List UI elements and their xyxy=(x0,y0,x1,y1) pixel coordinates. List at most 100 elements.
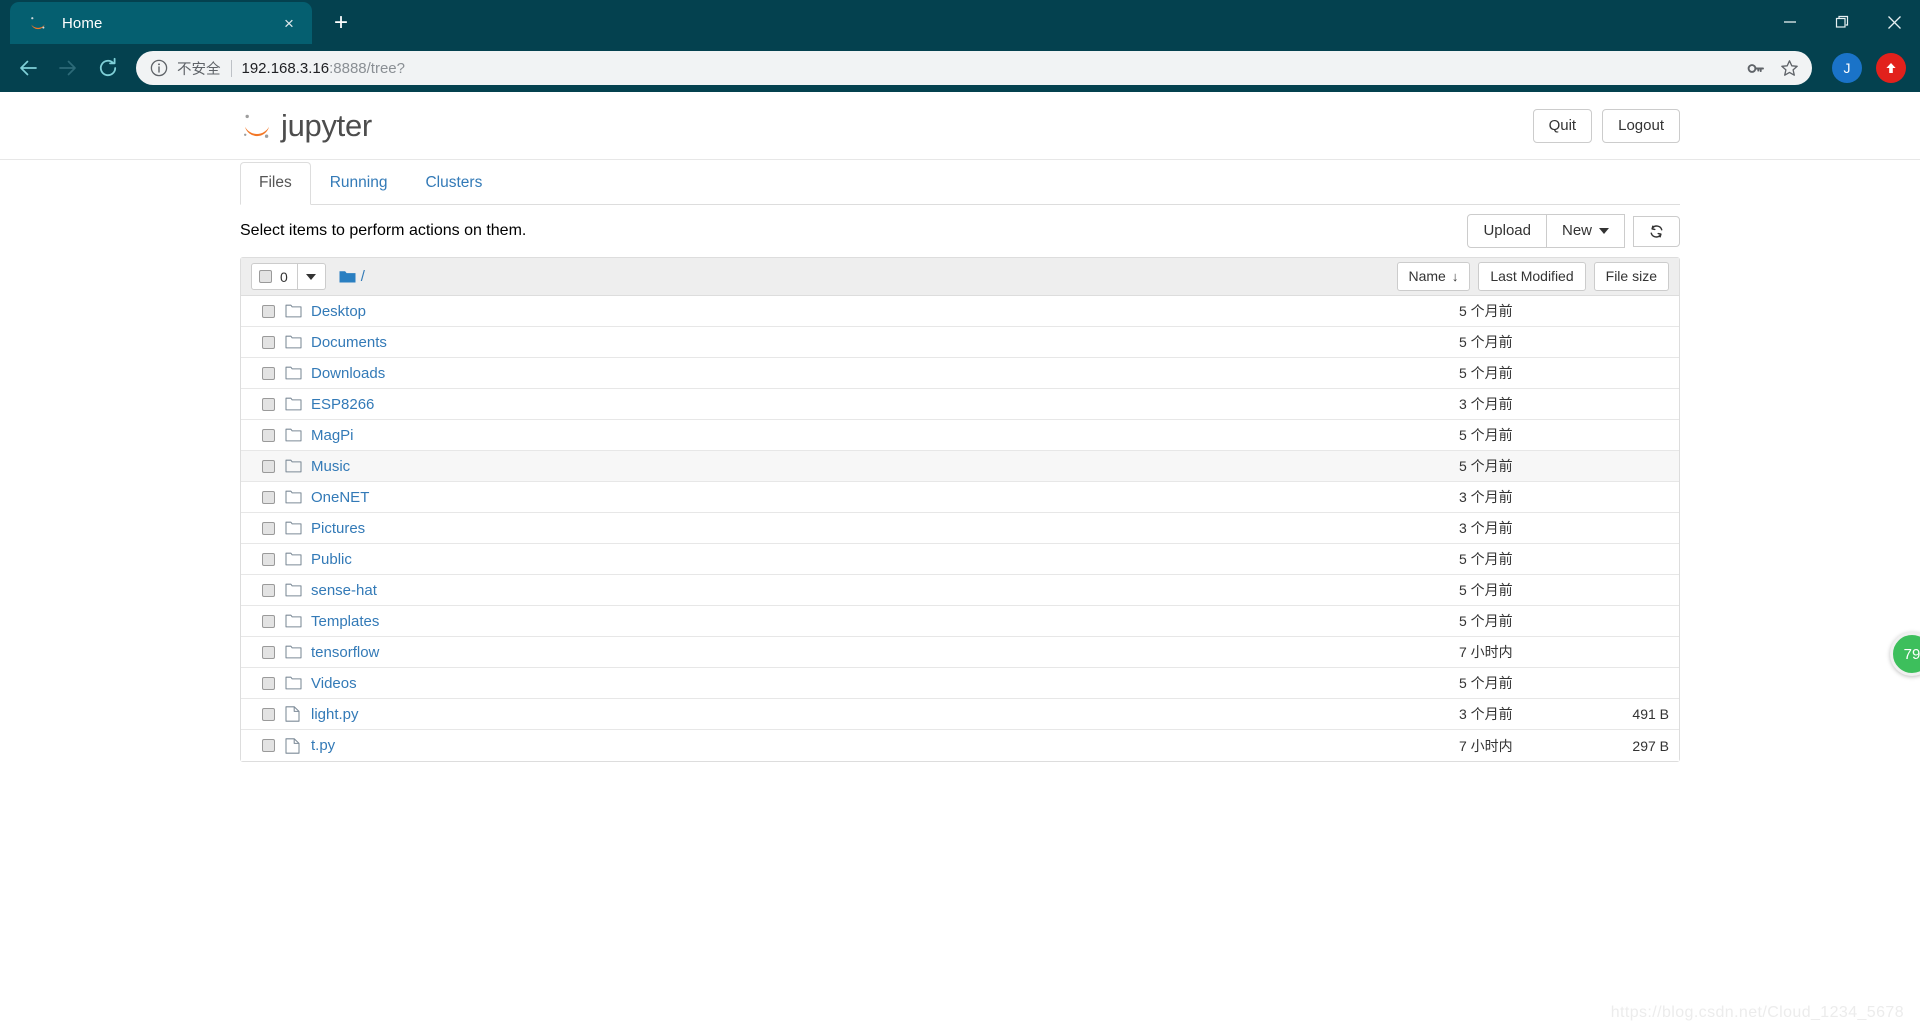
table-row[interactable]: OneNET 3 个月前 xyxy=(241,482,1679,513)
profile-avatar[interactable]: J xyxy=(1832,53,1862,83)
minimize-icon[interactable] xyxy=(1764,0,1816,44)
floating-score-badge[interactable]: 79 xyxy=(1890,632,1920,676)
sort-by-modified-button[interactable]: Last Modified xyxy=(1478,262,1586,291)
file-name-link[interactable]: t.py xyxy=(311,737,1459,754)
row-checkbox[interactable] xyxy=(262,707,275,721)
jupyter-logo[interactable]: jupyter xyxy=(240,108,372,144)
file-name-link[interactable]: tensorflow xyxy=(311,644,1459,661)
table-row[interactable]: t.py 7 小时内 297 B xyxy=(241,730,1679,761)
key-icon[interactable] xyxy=(1738,53,1772,83)
back-arrow-icon[interactable] xyxy=(8,48,48,88)
new-tab-button[interactable]: + xyxy=(324,6,358,40)
file-name-link[interactable]: Music xyxy=(311,458,1459,475)
table-row[interactable]: Videos 5 个月前 xyxy=(241,668,1679,699)
file-modified: 5 个月前 xyxy=(1459,427,1513,443)
quit-button[interactable]: Quit xyxy=(1532,108,1593,143)
file-icon xyxy=(285,706,309,722)
row-checkbox[interactable] xyxy=(262,739,275,752)
file-name-link[interactable]: Public xyxy=(311,551,1459,568)
browser-chrome: Home × + 不安全 192.168.3.16:8888/tree? J xyxy=(0,0,1920,92)
table-row[interactable]: Music 5 个月前 xyxy=(241,451,1679,482)
chevron-down-icon xyxy=(1599,228,1609,235)
file-name-link[interactable]: ESP8266 xyxy=(311,396,1459,413)
row-checkbox-cell xyxy=(251,459,285,473)
table-row[interactable]: ESP8266 3 个月前 xyxy=(241,389,1679,420)
file-name-link[interactable]: Templates xyxy=(311,613,1459,630)
row-checkbox[interactable] xyxy=(262,552,275,566)
logout-button[interactable]: Logout xyxy=(1602,108,1680,143)
file-name-link[interactable]: Videos xyxy=(311,675,1459,692)
table-row[interactable]: sense-hat 5 个月前 xyxy=(241,575,1679,606)
file-name-link[interactable]: Documents xyxy=(311,334,1459,351)
folder-icon xyxy=(285,335,309,349)
file-name-link[interactable]: Pictures xyxy=(311,520,1459,537)
tab-clusters[interactable]: Clusters xyxy=(406,162,501,205)
browser-tab-home[interactable]: Home × xyxy=(10,2,312,44)
file-name-link[interactable]: Downloads xyxy=(311,365,1459,382)
select-all-box[interactable]: 0 xyxy=(251,263,298,290)
row-checkbox[interactable] xyxy=(262,583,275,597)
row-checkbox[interactable] xyxy=(262,490,275,504)
row-checkbox-cell xyxy=(251,676,285,690)
star-icon[interactable] xyxy=(1772,53,1806,83)
file-name-link[interactable]: Desktop xyxy=(311,303,1459,320)
table-row[interactable]: Templates 5 个月前 xyxy=(241,606,1679,637)
row-checkbox[interactable] xyxy=(262,335,275,349)
row-checkbox[interactable] xyxy=(262,614,275,628)
row-checkbox[interactable] xyxy=(262,521,275,535)
breadcrumb-root[interactable]: / xyxy=(361,268,365,285)
file-name-link[interactable]: MagPi xyxy=(311,427,1459,444)
nav-tabs: Files Running Clusters xyxy=(240,160,1680,205)
selected-count: 0 xyxy=(280,268,288,285)
select-all-group: 0 xyxy=(251,263,326,290)
jupyter-favicon-icon xyxy=(28,13,48,33)
row-checkbox[interactable] xyxy=(262,397,275,411)
table-row[interactable]: tensorflow 7 小时内 xyxy=(241,637,1679,668)
address-bar[interactable]: 不安全 192.168.3.16:8888/tree? xyxy=(136,51,1812,85)
refresh-button[interactable] xyxy=(1633,215,1680,247)
folder-filled-icon[interactable] xyxy=(339,269,356,284)
select-dropdown-button[interactable] xyxy=(297,263,326,290)
jupyter-page: jupyter Quit Logout Files Running Cluste… xyxy=(0,92,1920,1030)
omnibox-divider xyxy=(230,59,232,77)
row-checkbox[interactable] xyxy=(262,645,275,659)
row-checkbox-cell xyxy=(251,739,285,752)
select-all-checkbox[interactable] xyxy=(259,270,272,283)
row-checkbox[interactable] xyxy=(262,676,275,690)
maximize-icon[interactable] xyxy=(1816,0,1868,44)
table-row[interactable]: light.py 3 个月前 491 B xyxy=(241,699,1679,730)
row-checkbox[interactable] xyxy=(262,366,275,380)
tab-close-icon[interactable]: × xyxy=(276,10,302,36)
row-checkbox[interactable] xyxy=(262,304,275,318)
file-modified: 5 个月前 xyxy=(1459,551,1513,567)
file-name-link[interactable]: OneNET xyxy=(311,489,1459,506)
tab-files[interactable]: Files xyxy=(240,162,311,205)
row-checkbox-cell xyxy=(251,614,285,628)
forward-arrow-icon xyxy=(48,48,88,88)
extension-icon[interactable] xyxy=(1876,53,1906,83)
row-checkbox[interactable] xyxy=(262,459,275,473)
table-row[interactable]: Desktop 5 个月前 xyxy=(241,296,1679,327)
omnibox-actions xyxy=(1738,53,1806,83)
row-checkbox-cell xyxy=(251,490,285,504)
file-name-link[interactable]: sense-hat xyxy=(311,582,1459,599)
jupyter-logo-text: jupyter xyxy=(281,107,372,143)
table-row[interactable]: Documents 5 个月前 xyxy=(241,327,1679,358)
upload-button[interactable]: Upload xyxy=(1467,214,1547,248)
close-icon[interactable] xyxy=(1868,0,1920,44)
info-circle-icon[interactable] xyxy=(150,59,168,77)
row-checkbox[interactable] xyxy=(262,428,275,442)
sort-by-filesize-button[interactable]: File size xyxy=(1593,262,1669,291)
table-row[interactable]: Downloads 5 个月前 xyxy=(241,358,1679,389)
file-modified: 3 个月前 xyxy=(1459,706,1513,722)
sort-by-name-button[interactable]: Name ↓ xyxy=(1396,262,1471,291)
tab-running[interactable]: Running xyxy=(311,162,407,205)
file-name-link[interactable]: light.py xyxy=(311,706,1459,723)
row-checkbox-cell xyxy=(251,645,285,659)
table-row[interactable]: Pictures 3 个月前 xyxy=(241,513,1679,544)
table-row[interactable]: Public 5 个月前 xyxy=(241,544,1679,575)
new-dropdown-button[interactable]: New xyxy=(1545,214,1625,248)
action-buttons: Upload New xyxy=(1467,214,1680,248)
table-row[interactable]: MagPi 5 个月前 xyxy=(241,420,1679,451)
reload-icon[interactable] xyxy=(88,48,128,88)
